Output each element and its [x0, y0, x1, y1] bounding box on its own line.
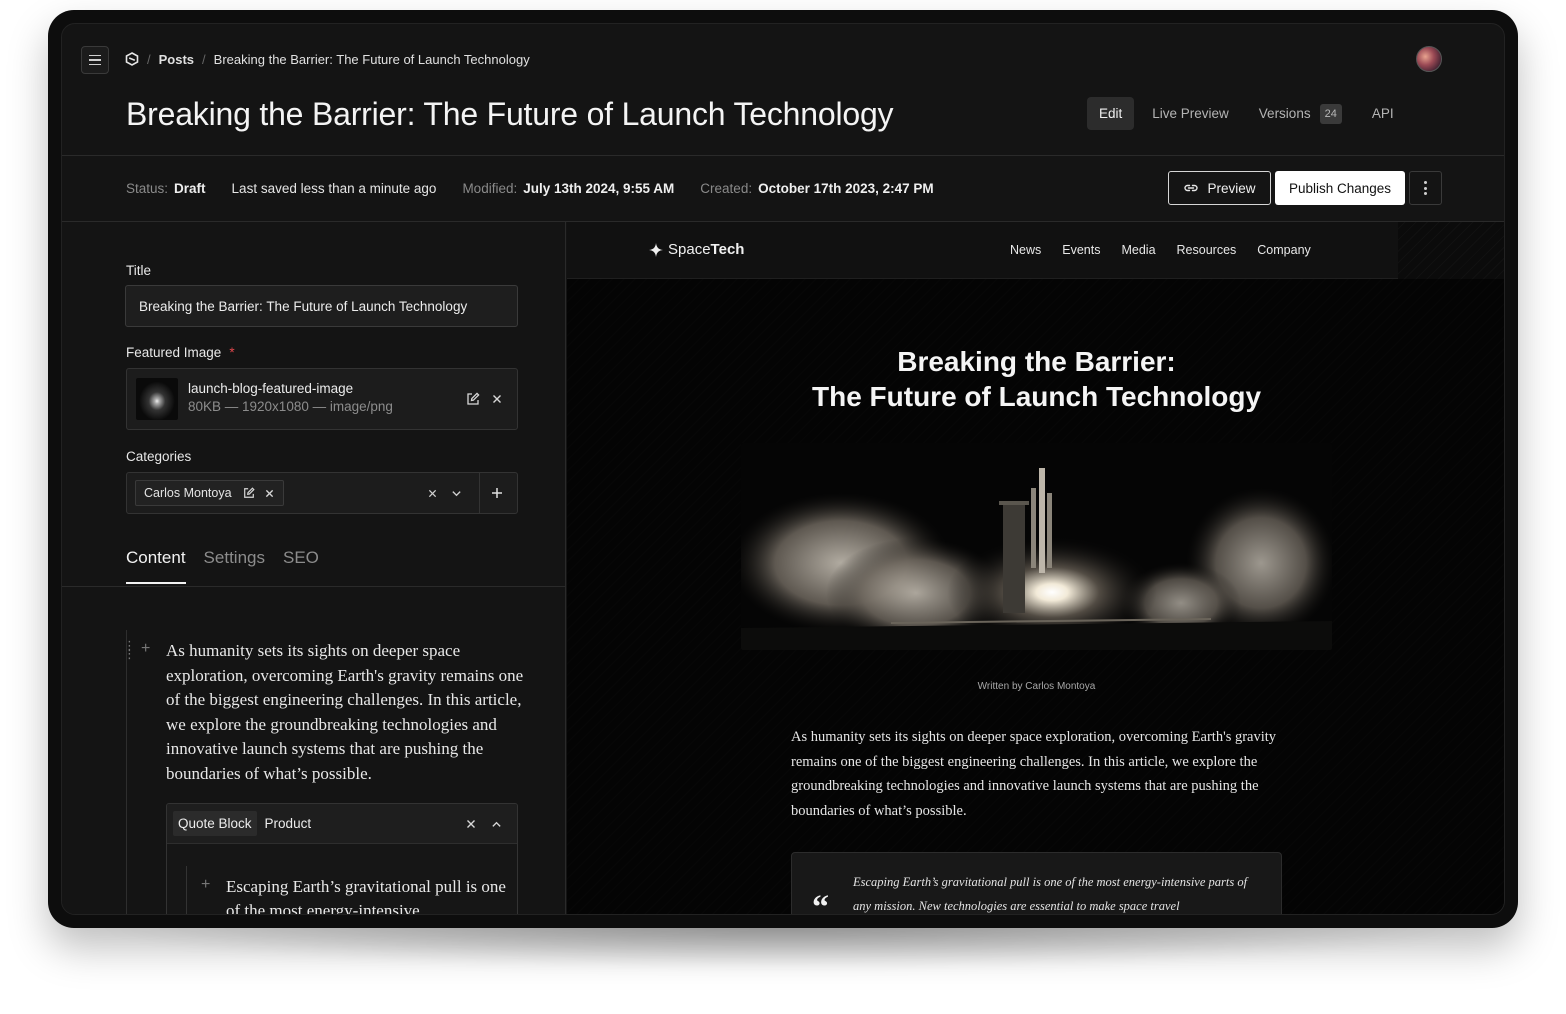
publish-changes-button[interactable]: Publish Changes [1275, 171, 1405, 205]
preview-button[interactable]: Preview [1168, 171, 1271, 205]
hero-image [741, 443, 1332, 650]
categories-label: Categories [126, 449, 192, 464]
close-icon [493, 395, 501, 403]
created-date: October 17th 2023, 2:47 PM [758, 180, 934, 196]
view-tabs: Edit Live Preview Versions 24 API [1087, 97, 1406, 130]
tab-api[interactable]: API [1360, 97, 1406, 130]
pull-quote-text: Escaping Earth’s gravitational pull is o… [853, 875, 1248, 913]
nav-link-resources[interactable]: Resources [1177, 243, 1237, 257]
quote-mark-icon: “ [812, 889, 829, 915]
image-name: launch-blog-featured-image [188, 381, 354, 396]
categories-dropdown-button[interactable] [448, 485, 464, 501]
content-tabs: Content Settings SEO [126, 548, 319, 584]
close-icon[interactable] [265, 489, 274, 498]
collapse-block-button[interactable] [488, 816, 504, 832]
sparkle-icon [649, 242, 663, 257]
drag-handle-icon[interactable]: ⋮ ⋮ [123, 639, 136, 660]
site-logo[interactable]: SpaceTech [649, 241, 744, 258]
title-label: Title [126, 263, 152, 278]
nav-link-company[interactable]: Company [1257, 243, 1311, 257]
image-thumbnail [136, 378, 178, 420]
menu-button[interactable] [81, 46, 109, 74]
edit-form-pane: Title Breaking the Barrier: The Future o… [62, 222, 566, 914]
link-icon [1184, 184, 1199, 192]
editor-paragraph[interactable]: As humanity sets its sights on deeper sp… [166, 639, 526, 786]
edit-icon [467, 392, 480, 405]
close-icon [428, 489, 436, 497]
categories-select[interactable]: Carlos Montoya [126, 472, 518, 514]
edit-icon[interactable] [243, 487, 255, 499]
edit-image-button[interactable] [465, 391, 481, 407]
site-nav-links: News Events Media Resources Company [1010, 243, 1311, 257]
clear-categories-button[interactable] [424, 485, 440, 501]
status-value: Draft [174, 180, 206, 196]
versions-count-badge: 24 [1319, 103, 1342, 124]
kebab-icon [1424, 181, 1427, 184]
image-meta: 80KB — 1920x1080 — image/png [188, 399, 393, 414]
tab-settings[interactable]: Settings [204, 548, 265, 584]
hex-logo-icon[interactable] [125, 52, 139, 66]
add-category-button[interactable] [489, 485, 505, 501]
breadcrumb-posts[interactable]: Posts [159, 52, 194, 67]
article-pull-quote: “ Escaping Earth’s gravitational pull is… [791, 852, 1282, 915]
remove-block-button[interactable] [463, 816, 479, 832]
page-title: Breaking the Barrier: The Future of Laun… [126, 96, 894, 132]
article-byline: Written by Carlos Montoya [977, 681, 1096, 692]
last-saved-text: Last saved less than a minute ago [231, 180, 437, 196]
featured-image-card[interactable]: launch-blog-featured-image 80KB — 1920x1… [126, 368, 518, 430]
chevron-up-icon [491, 821, 501, 827]
required-marker: * [229, 345, 235, 360]
article-body: As humanity sets its sights on deeper sp… [791, 729, 1277, 819]
tab-edit[interactable]: Edit [1087, 97, 1135, 130]
block-subtype-label: Product [264, 816, 312, 831]
close-icon [467, 820, 475, 828]
chevron-down-icon [451, 490, 461, 496]
more-options-button[interactable] [1409, 171, 1442, 205]
site-navbar: SpaceTech News Events Media Resources Co… [567, 222, 1398, 279]
title-input[interactable]: Breaking the Barrier: The Future of Laun… [125, 285, 518, 327]
tab-content[interactable]: Content [126, 548, 186, 584]
app-window: / Posts / Breaking the Barrier: The Futu… [61, 23, 1505, 915]
remove-image-button[interactable] [489, 391, 505, 407]
tabs-divider [62, 586, 565, 587]
status-bar: Status: Draft Last saved less than a min… [126, 180, 934, 196]
quote-block[interactable]: Quote Block Product + Escaping Earth’s g… [166, 803, 518, 914]
live-preview-pane: SpaceTech News Events Media Resources Co… [567, 222, 1504, 915]
article-title: Breaking the Barrier: The Future of Laun… [811, 346, 1262, 412]
plus-icon [492, 488, 502, 498]
header-divider [62, 155, 1504, 156]
nav-link-news[interactable]: News [1010, 243, 1041, 257]
category-chip[interactable]: Carlos Montoya [135, 480, 284, 506]
featured-image-label: Featured Image * [126, 345, 235, 360]
breadcrumb-current: Breaking the Barrier: The Future of Laun… [213, 51, 530, 67]
quote-block-header: Quote Block Product [167, 804, 517, 844]
avatar[interactable] [1416, 46, 1442, 72]
quote-block-text[interactable]: Escaping Earth’s gravitational pull is o… [226, 875, 506, 914]
modified-date: July 13th 2024, 9:55 AM [523, 180, 675, 196]
tab-seo[interactable]: SEO [283, 548, 319, 584]
block-type-label: Quote Block [173, 811, 257, 836]
tab-live-preview[interactable]: Live Preview [1140, 97, 1241, 130]
plus-icon[interactable]: + [141, 640, 150, 658]
breadcrumb: / Posts / Breaking the Barrier: The Futu… [125, 50, 530, 68]
tab-versions[interactable]: Versions 24 [1247, 97, 1354, 130]
nav-link-events[interactable]: Events [1062, 243, 1100, 257]
plus-icon[interactable]: + [201, 876, 210, 894]
hamburger-icon [89, 54, 101, 57]
nav-link-media[interactable]: Media [1121, 243, 1155, 257]
